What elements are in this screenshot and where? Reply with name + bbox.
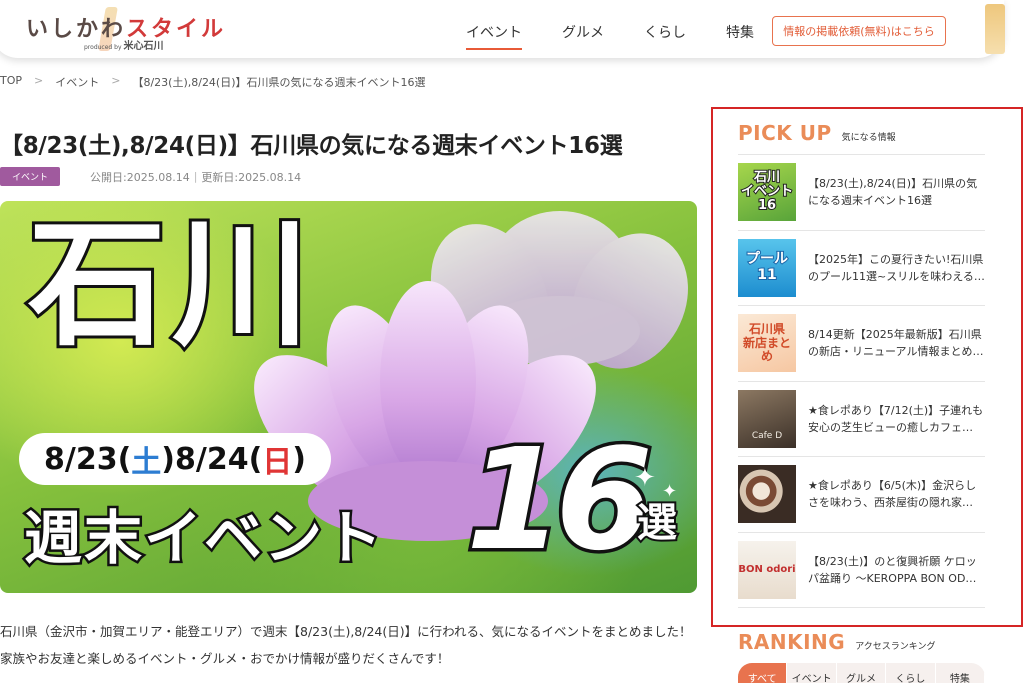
thumbnail-label: Cafe D [751, 430, 783, 441]
pickup-item-title: 【2025年】この夏行きたい!石川県のプール11選~スリルを味わえる大型スライダ… [808, 252, 985, 283]
pickup-thumbnail [738, 465, 796, 524]
hero-sen-text: 選 [628, 499, 678, 543]
site-logo[interactable]: いしかわスタイル produced by 米心石川 [26, 7, 226, 52]
pickup-item-title: 【8/23(土)】のと復興祈願 ケロッパ盆踊り ～KEROPPA BON ODO… [808, 554, 985, 585]
pickup-item[interactable]: 石川 イベント16 【8/23(土),8/24(日)】石川県の気になる週末イベント… [738, 155, 985, 231]
pickup-item-title: 【8/23(土),8/24(日)】石川県の気になる週末イベント16選 [808, 177, 978, 208]
sparkle-icon: ✦ [662, 481, 678, 502]
logo-produced-by: produced by 米心石川 [84, 37, 164, 52]
ranking-tab-life[interactable]: くらし [886, 663, 936, 683]
thumbnail-label: 石川 イベント16 [740, 169, 794, 214]
breadcrumb-separator: > [34, 74, 44, 87]
breadcrumb-event[interactable]: イベント [55, 74, 99, 90]
pickup-thumbnail: 石川県 新店まとめ [738, 314, 796, 373]
pickup-item[interactable]: ★食レポあり【6/5(木)】金沢らしさを味わう、西茶屋街の隠れ家… [738, 457, 985, 533]
hero-date-pill: 8/23(土)8/24(日) [19, 433, 331, 485]
pickup-item[interactable]: BON odori 【8/23(土)】のと復興祈願 ケロッパ盆踊り ～KEROP… [738, 533, 985, 608]
hero-date-sunday: 日 [262, 445, 293, 480]
pickup-item[interactable]: Cafe D ★食レポあり【7/12(土)】子連れも安心の芝生ビューの癒しカフェ… [738, 382, 985, 457]
breadcrumb-separator: > [111, 74, 121, 87]
site-header: いしかわスタイル produced by 米心石川 イベント グルメ くらし 特集… [0, 0, 1004, 58]
logo-brand: 米心石川 [123, 41, 164, 52]
ranking-tab-event[interactable]: イベント [787, 663, 837, 683]
nav-item-feature[interactable]: 特集 [726, 22, 754, 50]
pickup-subtitle: 気になる情報 [841, 133, 896, 143]
pickup-thumbnail: BON odori [738, 540, 796, 599]
meta-divider: | [193, 170, 198, 183]
hero-number: 16 [463, 416, 657, 586]
hero-date-saturday: 土 [131, 445, 162, 480]
hero-weekend-text: 週末イベント [21, 502, 385, 575]
thumbnail-label: プール11 [745, 251, 789, 284]
hero-title-text: 石川 [25, 204, 317, 365]
article-meta: イベント 公開日:2025.08.14 | 更新日:2025.08.14 [0, 167, 301, 186]
updated-date: 更新日:2025.08.14 [201, 170, 302, 184]
hero-image: 石川 8/23(土)8/24(日) 週末イベント 16 選 ✦ ✦ [0, 201, 697, 593]
listing-request-button[interactable]: 情報の掲載依頼(無料)はこちら [772, 16, 946, 46]
category-badge[interactable]: イベント [0, 167, 61, 186]
ranking-tab-gourmet[interactable]: グルメ [837, 663, 887, 683]
ranking-tab-feature[interactable]: 特集 [936, 663, 985, 683]
pickup-thumbnail: Cafe D [738, 389, 796, 448]
hero-date-part-b: )8/24( [161, 441, 263, 477]
pickup-item[interactable]: 石川県 新店まとめ 8/14更新【2025年最新版】石川県の新店・リニューアル情報… [738, 306, 985, 382]
breadcrumb-current: 【8/23(土),8/24(日)】石川県の気になる週末イベント16選 [132, 76, 426, 89]
ranking-heading: RANKING アクセスランキング [738, 630, 936, 654]
pickup-item-title: 8/14更新【2025年最新版】石川県の新店・リニューアル情報まとめ｜… [808, 328, 982, 359]
article-title: 【8/23(土),8/24(日)】石川県の気になる週末イベント16選 [0, 133, 623, 159]
logo-produced-label: produced by [84, 44, 122, 51]
pickup-item[interactable]: プール11 【2025年】この夏行きたい!石川県のプール11選~スリルを味わえる… [738, 231, 985, 306]
ranking-tab-all[interactable]: すべて [738, 663, 788, 683]
thumbnail-label [738, 465, 796, 523]
pickup-item-title: ★食レポあり【6/5(木)】金沢らしさを味わう、西茶屋街の隠れ家… [808, 479, 977, 510]
corner-decoration [985, 4, 1005, 54]
pickup-item-title: ★食レポあり【7/12(土)】子連れも安心の芝生ビューの癒しカフェ… [808, 403, 984, 434]
published-date: 公開日:2025.08.14 [90, 170, 190, 184]
pickup-thumbnail: プール11 [738, 238, 796, 297]
ranking-subtitle: アクセスランキング [855, 642, 936, 652]
pickup-thumbnail: 石川 イベント16 [738, 163, 796, 222]
hero-date-part-a: 8/23( [43, 441, 132, 477]
nav-item-life[interactable]: くらし [644, 22, 686, 50]
main-nav: イベント グルメ くらし 特集 [466, 22, 794, 50]
breadcrumb: TOP > イベント > 【8/23(土),8/24(日)】石川県の気になる週末… [0, 74, 426, 90]
ranking-title: RANKING [738, 630, 846, 654]
ranking-tabs: すべて イベント グルメ くらし 特集 [738, 663, 985, 683]
pickup-heading: PICK UP 気になる情報 [738, 121, 896, 145]
thumbnail-label: BON odori [738, 564, 796, 576]
pickup-list: 石川 イベント16 【8/23(土),8/24(日)】石川県の気になる週末イベント… [738, 154, 985, 608]
article-intro: 石川県（金沢市・加賀エリア・能登エリア）で週末【8/23(土),8/24(日)】… [0, 624, 692, 666]
sparkle-icon: ✦ [634, 463, 656, 493]
thumbnail-label: 石川県 新店まとめ [742, 322, 791, 363]
breadcrumb-top[interactable]: TOP [0, 74, 22, 90]
hero-date-part-c: ) [292, 441, 307, 477]
nav-item-event[interactable]: イベント [466, 22, 522, 50]
nav-item-gourmet[interactable]: グルメ [562, 22, 604, 50]
pickup-title: PICK UP [738, 121, 832, 145]
